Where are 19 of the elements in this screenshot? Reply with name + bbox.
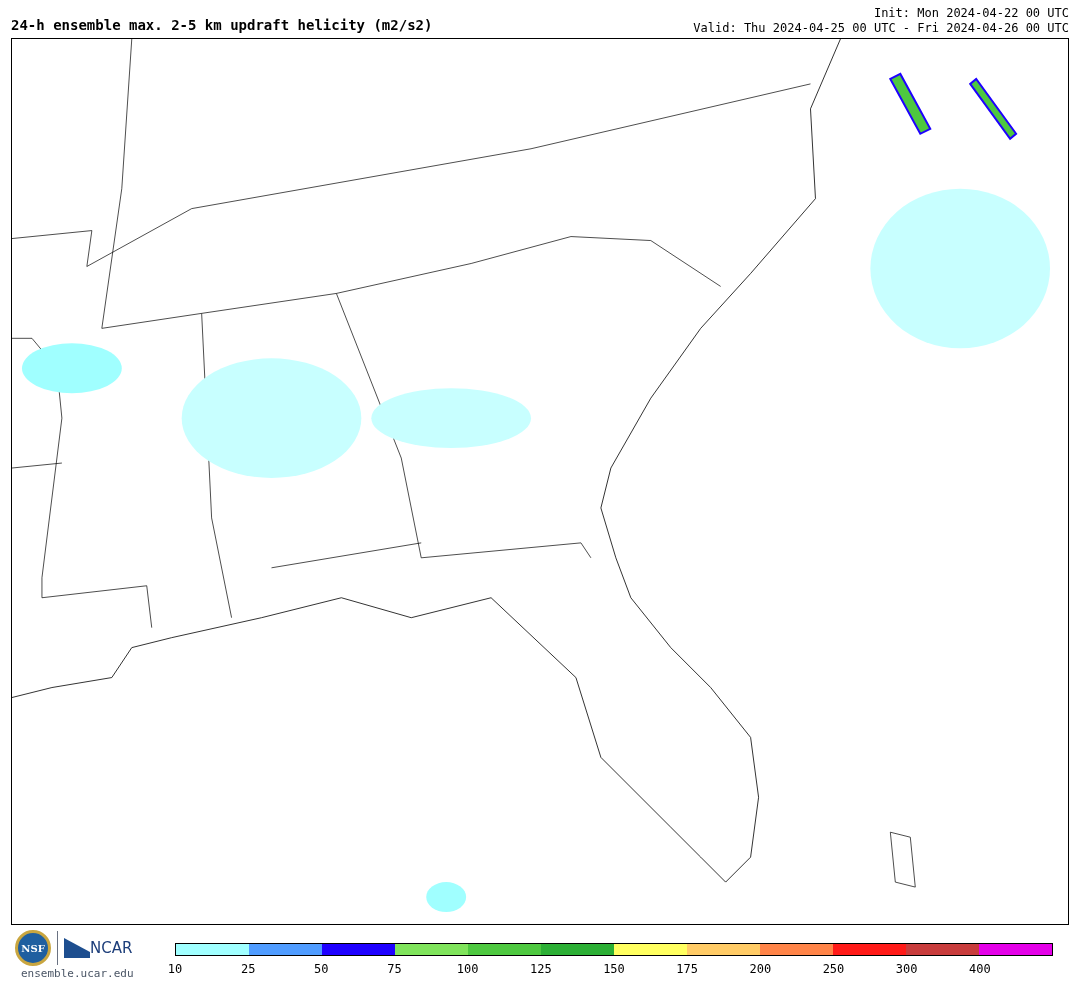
legend-label: 10 [167,962,183,976]
wave-icon [64,938,90,958]
ncar-logo-text: NCAR [90,937,133,959]
chart-title: 24-h ensemble max. 2-5 km updraft helicity (m2/s2) [11,16,433,35]
legend-label: 100 [456,962,479,976]
legend-label: 200 [749,962,772,976]
nsf-logo: NSF [15,930,51,966]
legend-label: 25 [240,962,256,976]
legend-label: 400 [969,962,991,976]
legend-label: 125 [530,962,552,976]
init-time: Init: Mon 2024-04-22 00 UTC [873,6,1069,21]
legend-label: 75 [387,962,402,976]
website-url: ensemble.ucar.edu [20,966,134,982]
legend-label: 300 [895,962,918,976]
legend-label: 175 [676,962,698,976]
legend-label: 150 [603,962,625,976]
legend-label: 50 [314,962,329,976]
legend-label: 250 [822,962,845,976]
valid-time: Valid: Thu 2024-04-25 00 UTC - Fri 2024-04-26 00 UTC [693,21,1069,36]
